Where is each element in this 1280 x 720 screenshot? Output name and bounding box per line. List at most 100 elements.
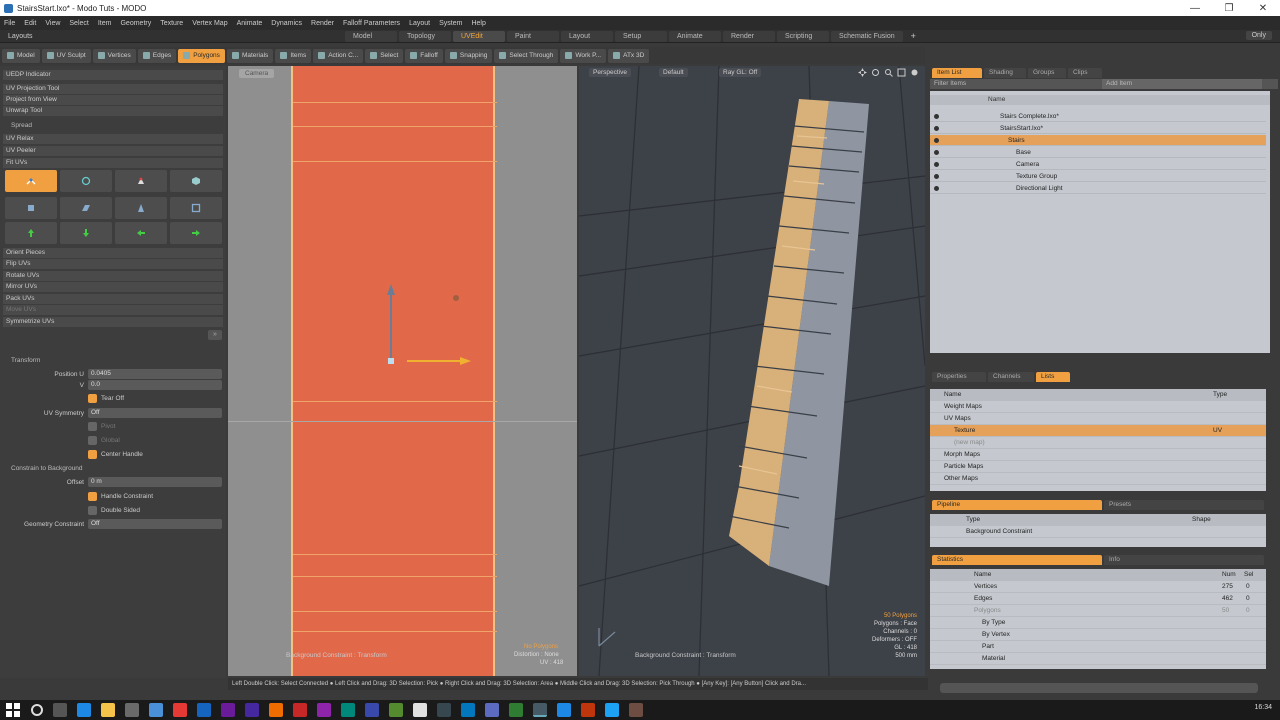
- shading-style-dropdown[interactable]: Default: [659, 68, 688, 77]
- panel-tab-presets[interactable]: Presets: [1104, 500, 1264, 510]
- mode-button-model[interactable]: Model: [2, 48, 40, 63]
- item-tree-row[interactable]: Camera: [930, 159, 1266, 170]
- zoom-view-icon[interactable]: [884, 68, 893, 77]
- geometry-constraint-dropdown[interactable]: Off: [88, 519, 222, 529]
- windows-start-icon[interactable]: [6, 703, 20, 717]
- layout-tab-layout[interactable]: Layout: [561, 30, 613, 42]
- taskbar-clock[interactable]: 16:34: [1254, 704, 1272, 711]
- item-tree-row[interactable]: Directional Light: [930, 183, 1266, 194]
- tool-orient-pieces[interactable]: Orient Pieces: [3, 248, 223, 258]
- menu-item-help[interactable]: Help: [471, 20, 485, 27]
- tool-uv-relax[interactable]: UV Relax: [3, 134, 223, 144]
- acrobat-icon[interactable]: [293, 703, 307, 717]
- mode-button-vertices[interactable]: Vertices: [92, 48, 136, 63]
- uv-box-tool-button[interactable]: [170, 170, 222, 192]
- vmap-row[interactable]: Texture UV: [930, 425, 1266, 437]
- panel-tab-groups[interactable]: Groups: [1028, 68, 1066, 78]
- panel-tab-clips[interactable]: Clips: [1068, 68, 1102, 78]
- layouts-label[interactable]: Layouts: [0, 33, 345, 40]
- modo-taskbar-icon[interactable]: [533, 703, 547, 717]
- tool-rotate-uvs[interactable]: Rotate UVs: [3, 271, 223, 281]
- menu-item-falloff-parameters[interactable]: Falloff Parameters: [343, 20, 400, 27]
- app-blue-icon[interactable]: [461, 703, 475, 717]
- tool-unwrap[interactable]: Unwrap Tool: [3, 106, 223, 116]
- tool-move-uvs[interactable]: Move UVs: [3, 305, 223, 315]
- layout-tab-animate[interactable]: Animate: [669, 30, 721, 42]
- layout-tab-setup[interactable]: Setup: [615, 30, 667, 42]
- perspective-viewport[interactable]: Perspective Default Ray GL: Off Backgrou…: [579, 66, 925, 676]
- edge-browser-icon[interactable]: [77, 703, 91, 717]
- visibility-eye-icon[interactable]: [934, 114, 939, 119]
- minimize-button[interactable]: —: [1178, 0, 1212, 16]
- uv-cube-tool-button[interactable]: [5, 197, 57, 219]
- mode-button-snapping[interactable]: Snapping: [444, 48, 493, 63]
- item-tree-row[interactable]: Base: [930, 147, 1266, 158]
- close-button[interactable]: ✕: [1246, 0, 1280, 16]
- layout-tab-scripting[interactable]: Scripting: [777, 30, 829, 42]
- menu-item-file[interactable]: File: [4, 20, 15, 27]
- uv-cone-tool-button[interactable]: [115, 197, 167, 219]
- premiere-icon[interactable]: [221, 703, 235, 717]
- tool-uv-projection[interactable]: UV Projection Tool: [3, 84, 223, 94]
- visibility-eye-icon[interactable]: [934, 126, 939, 131]
- menu-item-render[interactable]: Render: [311, 20, 334, 27]
- layout-tab-uvedit[interactable]: UVEdit: [453, 30, 505, 42]
- uv-frame-tool-button[interactable]: [170, 197, 222, 219]
- mode-button-materials[interactable]: Materials: [226, 48, 274, 63]
- file-explorer-icon[interactable]: [101, 703, 115, 717]
- add-item-dropdown[interactable]: Add Item: [1102, 79, 1262, 89]
- store-icon[interactable]: [125, 703, 139, 717]
- view-type-dropdown[interactable]: Perspective: [589, 68, 631, 77]
- mode-button-edges[interactable]: Edges: [137, 48, 177, 63]
- app-brown-icon[interactable]: [629, 703, 643, 717]
- menu-item-vertex-map[interactable]: Vertex Map: [192, 20, 227, 27]
- layout-tab-schematic-fusion[interactable]: Schematic Fusion: [831, 30, 903, 42]
- stats-row[interactable]: By Vertex: [930, 629, 1266, 641]
- align-right-button[interactable]: [170, 222, 222, 244]
- app-blue2-icon[interactable]: [557, 703, 571, 717]
- tool-uedp-indicator[interactable]: UEDP Indicator: [3, 70, 223, 80]
- align-up-button[interactable]: [5, 222, 57, 244]
- item-tree-row[interactable]: Stairs Complete.lxo*: [930, 111, 1266, 122]
- center-handle-checkbox[interactable]: [88, 450, 97, 459]
- mode-button-atx-3d[interactable]: ATx 3D: [608, 48, 650, 63]
- item-tree-row[interactable]: Stairs: [930, 135, 1266, 146]
- stats-row[interactable]: Edges 462 0: [930, 593, 1266, 605]
- uv-symmetry-dropdown[interactable]: Off: [88, 408, 222, 418]
- panel-tab-properties[interactable]: Properties: [932, 372, 986, 382]
- menu-item-texture[interactable]: Texture: [160, 20, 183, 27]
- command-input[interactable]: [940, 683, 1258, 693]
- layout-tab-paint[interactable]: Paint: [507, 30, 559, 42]
- menu-item-layout[interactable]: Layout: [409, 20, 430, 27]
- position-u-field[interactable]: 0.0405: [88, 369, 222, 379]
- mode-button-polygons[interactable]: Polygons: [178, 48, 225, 63]
- only-toggle[interactable]: Only: [1245, 31, 1272, 40]
- layout-tab-topology[interactable]: Topology: [399, 30, 451, 42]
- spread-header[interactable]: Spread: [3, 121, 223, 131]
- search-icon[interactable]: [31, 704, 43, 716]
- filter-items-field[interactable]: Filter Items: [934, 80, 966, 87]
- stats-row[interactable]: Material: [930, 653, 1266, 665]
- offset-field[interactable]: 0 m: [88, 477, 222, 487]
- uv-plane-tool-button[interactable]: [60, 197, 112, 219]
- align-down-button[interactable]: [60, 222, 112, 244]
- uv-view-camera-button[interactable]: Camera: [239, 69, 275, 78]
- mode-button-select[interactable]: Select: [365, 48, 404, 63]
- tool-mirror-uvs[interactable]: Mirror UVs: [3, 282, 223, 292]
- menu-item-geometry[interactable]: Geometry: [120, 20, 151, 27]
- uv-pin-tool-button[interactable]: [115, 170, 167, 192]
- app-slate-icon[interactable]: [485, 703, 499, 717]
- menu-item-dynamics[interactable]: Dynamics: [271, 20, 302, 27]
- menu-item-edit[interactable]: Edit: [24, 20, 36, 27]
- vmap-row[interactable]: (new map): [930, 437, 1266, 449]
- vmap-row[interactable]: Other Maps: [930, 473, 1266, 485]
- app-white-icon[interactable]: [413, 703, 427, 717]
- panel-tab-shading[interactable]: Shading: [984, 68, 1026, 78]
- stats-row[interactable]: Vertices 275 0: [930, 581, 1266, 593]
- uv-rotate-tool-button[interactable]: [60, 170, 112, 192]
- illustrator-icon[interactable]: [269, 703, 283, 717]
- transform-header[interactable]: Transform: [3, 356, 223, 366]
- uv-viewport[interactable]: Camera Background Constraint : Transform…: [228, 66, 577, 676]
- mode-button-work-p-[interactable]: Work P...: [560, 48, 607, 63]
- vmap-row[interactable]: Morph Maps: [930, 449, 1266, 461]
